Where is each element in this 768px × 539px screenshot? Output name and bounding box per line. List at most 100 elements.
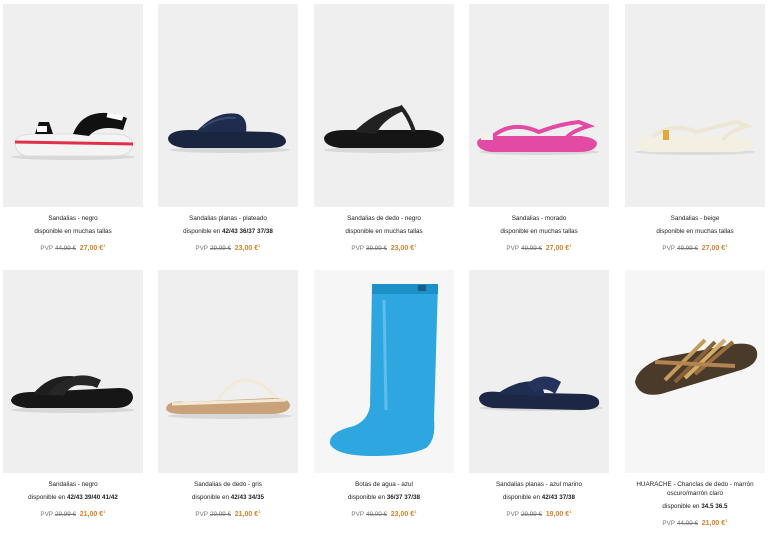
price-footnote: 1 — [103, 243, 106, 248]
product-card[interactable]: Sandalias - negro disponible en 42/43 39… — [3, 270, 143, 519]
product-image[interactable] — [3, 270, 143, 473]
sizes-prefix: disponible en muchas tallas — [656, 228, 734, 235]
sizes-prefix: disponible en — [191, 494, 230, 501]
product-price: PVP 39,99 € 23,00 €1 — [314, 241, 454, 253]
price-footnote: 1 — [569, 509, 572, 514]
old-price: 29,99 € — [209, 245, 231, 253]
product-grid: Sandalias - negro disponible en muchas t… — [0, 0, 768, 539]
product-sizes: disponible en 34.5 36.5 — [625, 502, 765, 511]
product-price: PVP 29,99 € 21,00 €1 — [158, 507, 298, 519]
product-sizes: disponible en 42/43 37/38 — [469, 493, 609, 502]
product-card[interactable]: Sandalias - beige disponible en muchas t… — [625, 4, 765, 253]
sizes-list: 36/37 37/38 — [386, 494, 421, 501]
pvp-label: PVP — [40, 511, 53, 519]
product-price: PVP 44,99 € 27,00 €1 — [3, 241, 143, 253]
sizes-prefix: disponible en muchas tallas — [34, 228, 112, 235]
sizes-prefix: disponible en muchas tallas — [500, 228, 578, 235]
product-name[interactable]: Sandalias - morado — [469, 214, 609, 223]
product-card[interactable]: HUARACHE - Chanclas de dedo - marrón osc… — [625, 270, 765, 528]
sale-price: 23,00 € — [390, 245, 415, 253]
price-footnote: 1 — [725, 518, 728, 523]
product-sizes: disponible en 36/37 37/38 — [314, 493, 454, 502]
sale-price: 23,00 € — [390, 511, 415, 519]
product-card[interactable]: Sandalias - negro disponible en muchas t… — [3, 4, 143, 253]
product-card[interactable]: Sandalias planas - azul marino disponibl… — [469, 270, 609, 519]
sizes-prefix: disponible en — [502, 494, 541, 501]
product-price: PVP 49,00 € 23,00 €1 — [314, 507, 454, 519]
pvp-label: PVP — [40, 245, 53, 253]
sale-price: 27,00 € — [545, 245, 570, 253]
product-sizes: disponible en 42/43 36/37 37/38 — [158, 227, 298, 236]
product-image[interactable] — [158, 270, 298, 473]
old-price: 44,00 € — [676, 520, 698, 528]
product-image[interactable] — [314, 270, 454, 473]
product-price: PVP 29,99 € 21,00 €1 — [3, 507, 143, 519]
old-price: 44,99 € — [54, 245, 76, 253]
pvp-label: PVP — [351, 511, 364, 519]
pvp-label: PVP — [662, 245, 675, 253]
sizes-list: 42/43 36/37 37/38 — [222, 228, 273, 235]
price-footnote: 1 — [414, 243, 417, 248]
sizes-prefix: disponible en — [347, 494, 386, 501]
product-name[interactable]: Sandalias de dedo - gris — [158, 480, 298, 489]
sale-price: 21,00 € — [234, 511, 259, 519]
sale-price: 27,00 € — [701, 245, 726, 253]
sale-price: 21,00 € — [701, 520, 726, 528]
old-price: 29,99 € — [209, 511, 231, 519]
sizes-prefix: disponible en — [28, 494, 66, 501]
product-price: PVP 44,00 € 21,00 €1 — [625, 516, 765, 528]
old-price: 49,99 € — [676, 245, 698, 253]
product-image[interactable] — [158, 4, 298, 207]
product-image[interactable] — [3, 4, 143, 207]
product-name[interactable]: Sandalias planas - plateado — [158, 214, 298, 223]
price-footnote: 1 — [258, 509, 261, 514]
price-footnote: 1 — [725, 243, 728, 248]
product-image[interactable] — [625, 270, 765, 473]
pvp-label: PVP — [195, 511, 208, 519]
pvp-label: PVP — [662, 520, 675, 528]
product-sizes: disponible en 42/43 34/35 — [158, 493, 298, 502]
product-name[interactable]: Sandalias - beige — [625, 214, 765, 223]
product-card[interactable]: Sandalias - morado disponible en muchas … — [469, 4, 609, 253]
sizes-prefix: disponible en — [183, 228, 221, 235]
product-price: PVP 49,99 € 27,00 €1 — [625, 241, 765, 253]
product-name[interactable]: Sandalias de dedo - negro — [314, 214, 454, 223]
product-name[interactable]: Sandalias - negro — [3, 480, 143, 489]
product-name[interactable]: HUARACHE - Chanclas de dedo - marrón osc… — [625, 480, 765, 498]
product-price: PVP 49,99 € 27,00 €1 — [469, 241, 609, 253]
sizes-list: 42/43 34/35 — [230, 494, 265, 501]
pvp-label: PVP — [506, 245, 519, 253]
product-image[interactable] — [469, 4, 609, 207]
product-name[interactable]: Sandalias planas - azul marino — [469, 480, 609, 489]
price-footnote: 1 — [103, 509, 106, 514]
product-sizes: disponible en muchas tallas — [314, 227, 454, 236]
price-footnote: 1 — [569, 243, 572, 248]
product-image[interactable] — [469, 270, 609, 473]
old-price: 29,99 € — [520, 511, 542, 519]
old-price: 39,99 € — [365, 245, 387, 253]
product-sizes: disponible en 42/43 39/40 41/42 — [3, 493, 143, 502]
price-footnote: 1 — [414, 509, 417, 514]
product-card[interactable]: Sandalias planas - plateado disponible e… — [158, 4, 298, 253]
price-footnote: 1 — [258, 243, 261, 248]
product-card[interactable]: Sandalias de dedo - negro disponible en … — [314, 4, 454, 253]
product-image[interactable] — [314, 4, 454, 207]
product-card[interactable]: Botas de agua - azul disponible en 36/37… — [314, 270, 454, 519]
product-card[interactable]: Sandalias de dedo - gris disponible en 4… — [158, 270, 298, 519]
pvp-label: PVP — [351, 245, 364, 253]
product-sizes: disponible en muchas tallas — [3, 227, 143, 236]
product-name[interactable]: Botas de agua - azul — [314, 480, 454, 489]
old-price: 49,00 € — [365, 511, 387, 519]
old-price: 49,99 € — [520, 245, 542, 253]
sale-price: 27,00 € — [79, 245, 104, 253]
product-price: PVP 29,99 € 23,00 €1 — [158, 241, 298, 253]
product-price: PVP 29,99 € 19,00 €1 — [469, 507, 609, 519]
old-price: 29,99 € — [54, 511, 76, 519]
sizes-prefix: disponible en muchas tallas — [345, 228, 423, 235]
product-image[interactable] — [625, 4, 765, 207]
sale-price: 21,00 € — [79, 511, 104, 519]
product-name[interactable]: Sandalias - negro — [3, 214, 143, 223]
pvp-label: PVP — [506, 511, 519, 519]
sizes-prefix: disponible en — [662, 503, 700, 510]
product-sizes: disponible en muchas tallas — [625, 227, 765, 236]
